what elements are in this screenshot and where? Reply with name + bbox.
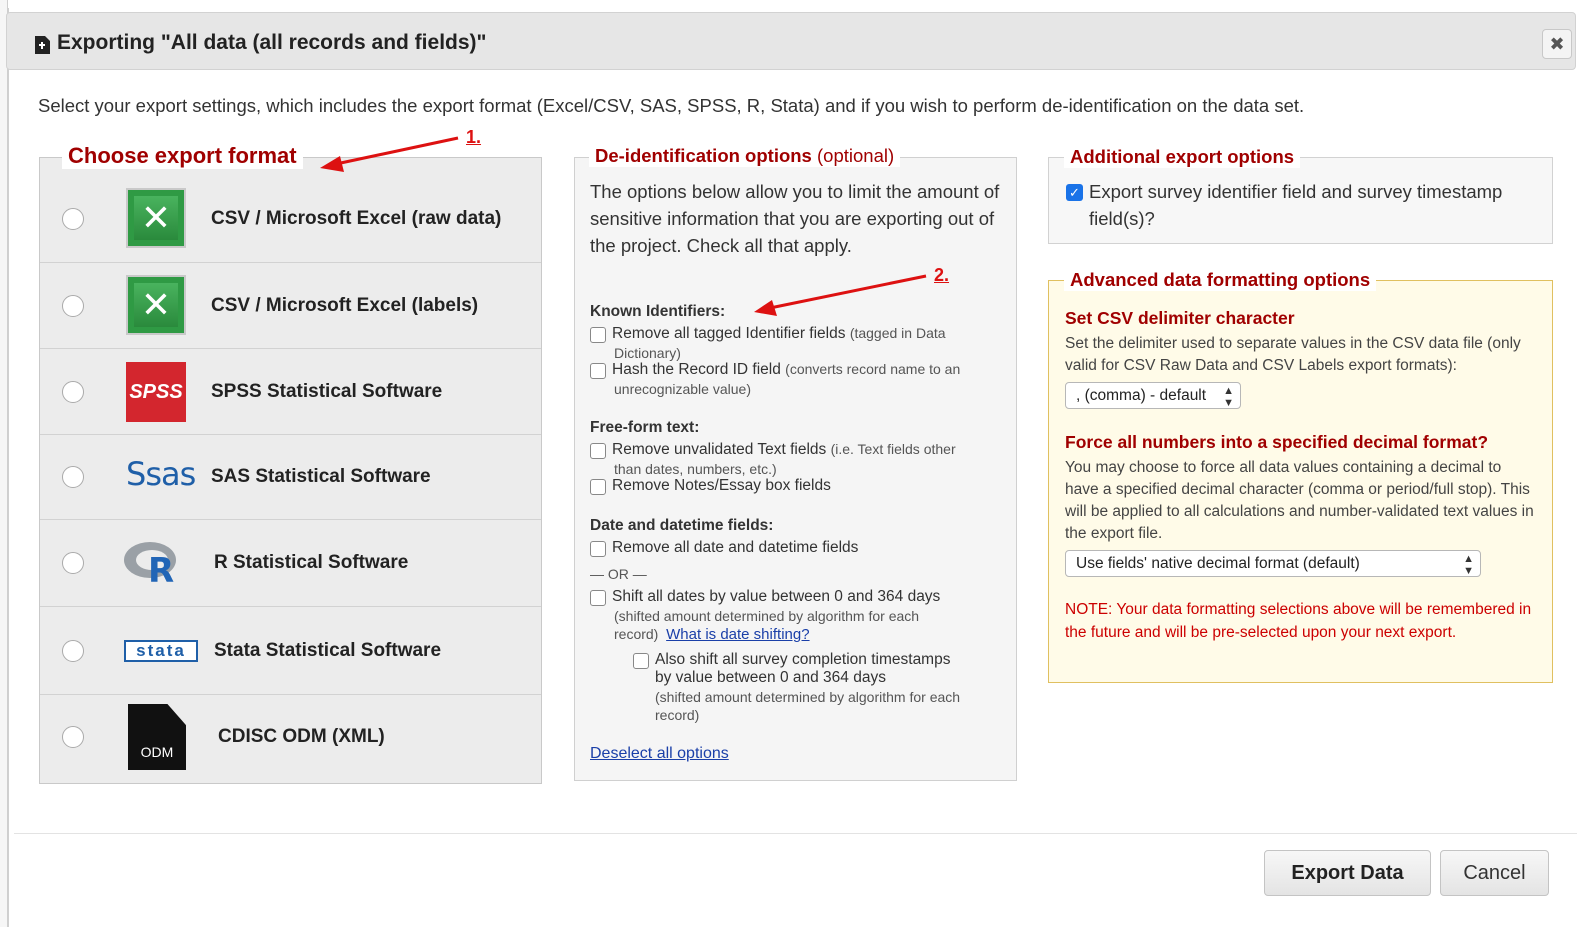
csv-delimiter-heading: Set CSV delimiter character — [1065, 308, 1295, 328]
free-form-heading: Free-form text: — [590, 419, 700, 436]
annotation-label-2: 2. — [934, 265, 950, 285]
export-survey-fields-label: Export survey identifier field and surve… — [1089, 181, 1503, 229]
shift-dates-note: (shifted amount determined by algorithm … — [614, 608, 920, 624]
additional-options-legend: Additional export options — [1064, 146, 1301, 168]
remove-unvalidated-text-note: than dates, numbers, etc.) — [614, 461, 777, 477]
deselect-all-link[interactable]: Deselect all options — [590, 745, 729, 763]
hash-record-id-checkbox[interactable] — [590, 363, 606, 379]
shift-dates-label: Shift all dates by value between 0 and 3… — [612, 588, 941, 605]
shift-dates-checkbox[interactable] — [590, 590, 606, 606]
remove-notes-label: Remove Notes/Essay box fields — [612, 477, 831, 494]
remove-unvalidated-text-label: Remove unvalidated Text fields (i.e. Tex… — [612, 441, 956, 458]
spss-icon: SPSS — [126, 362, 186, 422]
format-option-stata[interactable]: stata Stata Statistical Software — [40, 607, 541, 695]
remove-dates-label: Remove all date and datetime fields — [612, 539, 859, 556]
csv-delimiter-select[interactable]: , (comma) - default ▲ ▼ — [1065, 382, 1241, 409]
known-identifiers-heading: Known Identifiers: — [590, 303, 726, 320]
decimal-format-description: You may choose to force all data values … — [1065, 459, 1534, 542]
export-survey-fields-checkbox[interactable]: ✓ — [1066, 184, 1083, 201]
shift-timestamps-label: Also shift all survey completion timesta… — [655, 651, 951, 668]
format-option-csv-labels[interactable]: ✕ CSV / Microsoft Excel (labels) — [40, 263, 541, 349]
hash-record-id-label: Hash the Record ID field (converts recor… — [612, 361, 961, 378]
formatting-note: NOTE: Your data formatting selections ab… — [1065, 601, 1532, 641]
sas-icon: Ssas — [126, 455, 196, 493]
export-data-button[interactable]: Export Data — [1264, 850, 1431, 896]
date-fields-heading: Date and datetime fields: — [590, 517, 774, 534]
shift-timestamps-checkbox[interactable] — [633, 653, 649, 669]
format-radio[interactable] — [62, 552, 84, 574]
odm-file-icon: ODM — [128, 704, 186, 770]
format-option-r[interactable]: R R Statistical Software — [40, 520, 541, 607]
format-radio[interactable] — [62, 640, 84, 662]
annotation-arrow-2 — [754, 274, 927, 316]
page-backdrop — [0, 0, 1577, 8]
format-radio[interactable] — [62, 295, 84, 317]
format-label: R Statistical Software — [214, 552, 409, 573]
deidentification-intro: The options below allow you to limit the… — [590, 181, 1000, 256]
remove-unvalidated-text-checkbox[interactable] — [590, 443, 606, 459]
dialog-title: Exporting "All data (all records and fie… — [57, 31, 487, 54]
date-shifting-help-link[interactable]: What is date shifting? — [666, 626, 809, 643]
format-label: CSV / Microsoft Excel (raw data) — [211, 208, 502, 229]
csv-delimiter-description: Set the delimiter used to separate value… — [1065, 335, 1521, 374]
shift-timestamps-note-end: record) — [655, 707, 700, 723]
remove-identifiers-note: Dictionary) — [614, 345, 681, 361]
r-icon: R — [124, 542, 176, 586]
decimal-format-select[interactable]: Use fields' native decimal format (defau… — [1065, 550, 1481, 577]
format-label: CSV / Microsoft Excel (labels) — [211, 295, 479, 316]
format-radio[interactable] — [62, 208, 84, 230]
format-label: SPSS Statistical Software — [211, 381, 443, 402]
format-label: CDISC ODM (XML) — [218, 726, 385, 747]
dialog-titlebar: Exporting "All data (all records and fie… — [6, 12, 1576, 70]
page-backdrop-left — [0, 0, 8, 927]
shift-timestamps-label-2: by value between 0 and 364 days — [655, 669, 886, 686]
excel-icon: ✕ — [126, 275, 186, 335]
format-option-sas[interactable]: Ssas SAS Statistical Software — [40, 435, 541, 520]
shift-dates-note-end: record) What is date shifting? — [614, 626, 810, 643]
hash-record-id-note: unrecognizable value) — [614, 381, 751, 397]
format-radio[interactable] — [62, 466, 84, 488]
format-radio[interactable] — [62, 381, 84, 403]
file-export-icon — [35, 36, 50, 54]
annotation-label-1: 1. — [466, 127, 482, 147]
export-format-legend: Choose export format — [62, 143, 303, 169]
shift-timestamps-note: (shifted amount determined by algorithm … — [655, 689, 961, 705]
close-button[interactable]: ✖ — [1542, 29, 1572, 59]
svg-text:R: R — [148, 551, 174, 586]
excel-icon: ✕ — [126, 188, 186, 248]
remove-identifiers-checkbox[interactable] — [590, 327, 606, 343]
cancel-button[interactable]: Cancel — [1440, 850, 1549, 896]
format-option-csv-raw[interactable]: ✕ CSV / Microsoft Excel (raw data) — [40, 176, 541, 263]
select-arrows-icon: ▲ ▼ — [1223, 385, 1234, 409]
select-arrows-icon: ▲ ▼ — [1463, 553, 1474, 577]
stata-icon: stata — [124, 640, 198, 662]
remove-dates-checkbox[interactable] — [590, 541, 606, 557]
footer-divider — [14, 833, 1577, 834]
format-label: SAS Statistical Software — [211, 466, 431, 487]
advanced-formatting-legend: Advanced data formatting options — [1064, 269, 1377, 291]
remove-notes-checkbox[interactable] — [590, 479, 606, 495]
format-option-cdisc-odm[interactable]: ODM CDISC ODM (XML) — [40, 695, 541, 783]
dialog-intro-text: Select your export settings, which inclu… — [38, 95, 1305, 116]
format-radio[interactable] — [62, 726, 84, 748]
format-option-spss[interactable]: SPSS SPSS Statistical Software — [40, 349, 541, 435]
format-label: Stata Statistical Software — [214, 640, 442, 661]
deidentification-legend: De-identification options (optional) — [589, 145, 901, 167]
remove-identifiers-label: Remove all tagged Identifier fields (tag… — [612, 325, 946, 342]
or-divider: — OR — — [590, 566, 647, 582]
decimal-format-heading: Force all numbers into a specified decim… — [1065, 432, 1489, 452]
